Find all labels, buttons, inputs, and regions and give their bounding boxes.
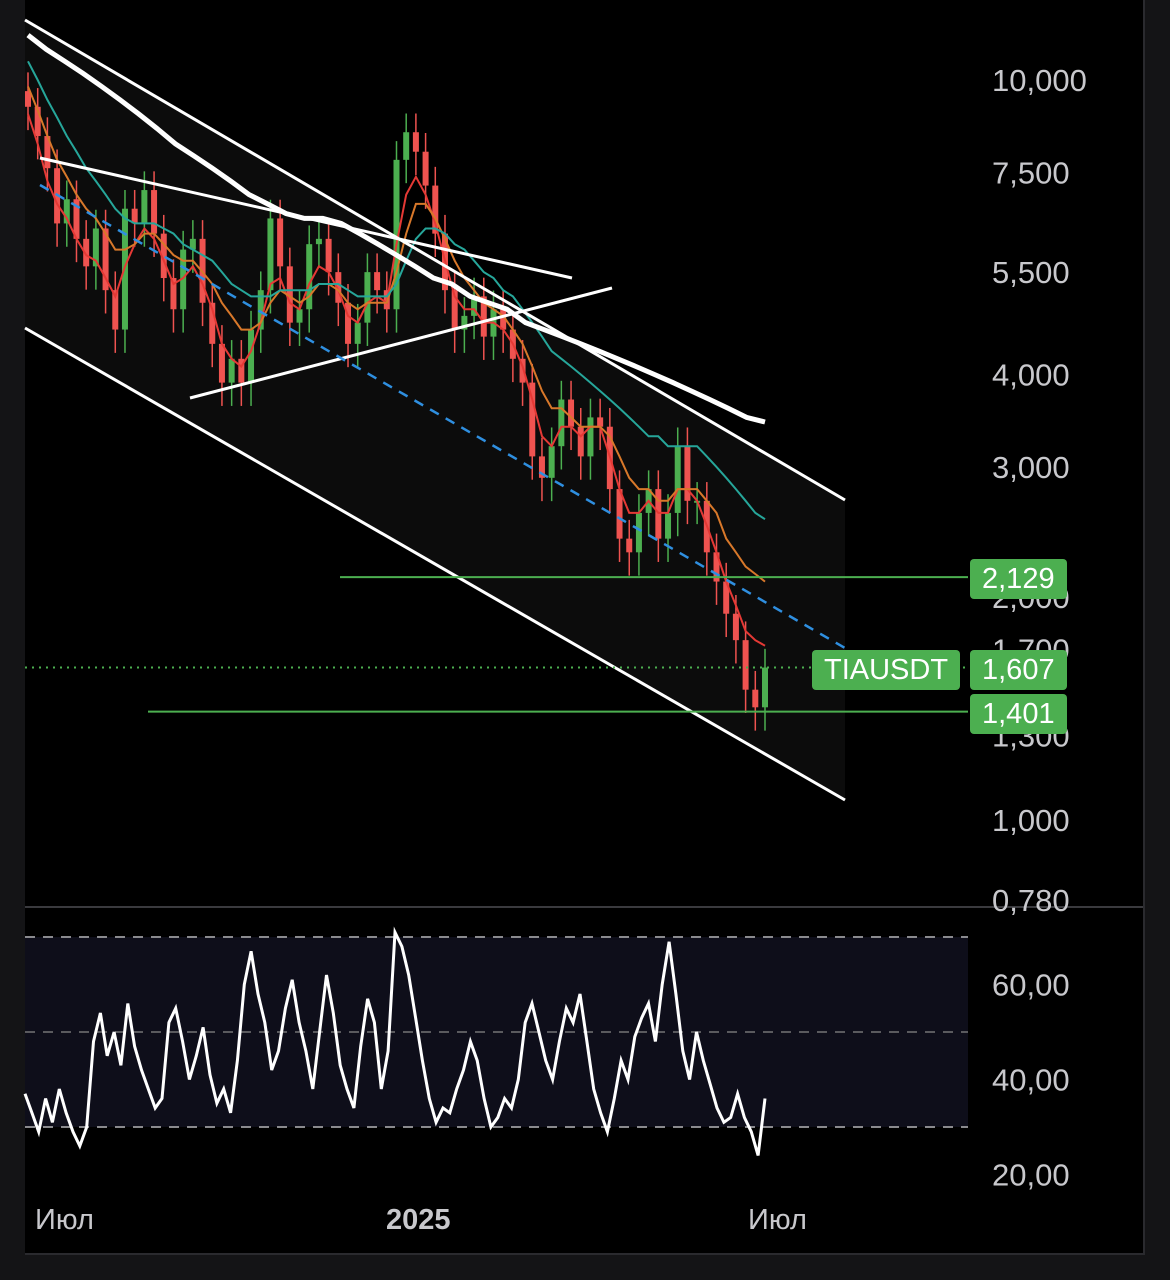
- candle-body: [732, 613, 739, 641]
- candle-body: [577, 426, 584, 457]
- candle-body: [626, 538, 633, 553]
- price-label-current: 1,607: [970, 650, 1067, 690]
- price-label-lower: 1,401: [970, 694, 1067, 734]
- candle-body: [325, 238, 332, 273]
- candle-body: [422, 151, 429, 186]
- candle-body: [218, 343, 225, 383]
- price-label-upper: 2,129: [970, 559, 1067, 599]
- candle-body: [151, 190, 158, 234]
- candle-body: [762, 667, 768, 708]
- candle-body: [752, 689, 759, 708]
- price-axis-tick: 5,500: [992, 255, 1070, 290]
- rsi-axis-tick: 60,00: [992, 968, 1070, 1003]
- candle-body: [403, 132, 410, 160]
- candle-body: [306, 244, 313, 310]
- price-axis-tick: 4,000: [992, 357, 1070, 392]
- candle-body: [674, 446, 681, 513]
- candle-body: [374, 272, 381, 291]
- candle-body: [558, 399, 565, 447]
- candle-body: [548, 446, 555, 478]
- symbol-badge: TIAUSDT: [812, 650, 961, 690]
- time-axis-tick: Июл: [35, 1204, 94, 1236]
- candle-body: [354, 322, 361, 344]
- rsi-axis-tick: 20,00: [992, 1158, 1070, 1193]
- candle-body: [228, 358, 235, 383]
- candle-body: [267, 218, 274, 291]
- candle-body: [742, 640, 749, 690]
- rsi-axis-tick: 40,00: [992, 1063, 1070, 1098]
- candle-body: [141, 190, 148, 224]
- price-axis-tick: 10,000: [992, 63, 1087, 98]
- candle-body: [296, 309, 303, 323]
- candle-body: [412, 132, 419, 152]
- candle-body: [568, 399, 575, 427]
- time-axis-tick: Июл: [748, 1204, 807, 1236]
- price-chart[interactable]: 10,0007,5005,5004,0003,0002,0001,7001,30…: [0, 0, 1170, 1280]
- channel-fill: [25, 20, 845, 800]
- price-axis-tick: 7,500: [992, 155, 1070, 190]
- price-axis-tick: 1,000: [992, 803, 1070, 838]
- candle-body: [315, 238, 322, 245]
- candle-body: [665, 512, 672, 539]
- candle-body: [597, 417, 604, 427]
- candle-body: [635, 512, 642, 553]
- price-axis-tick: 3,000: [992, 450, 1070, 485]
- candle-body: [587, 417, 594, 457]
- candle-body: [277, 218, 284, 267]
- price-axis-tick: 0,780: [992, 883, 1070, 918]
- time-axis-tick: 2025: [386, 1204, 451, 1236]
